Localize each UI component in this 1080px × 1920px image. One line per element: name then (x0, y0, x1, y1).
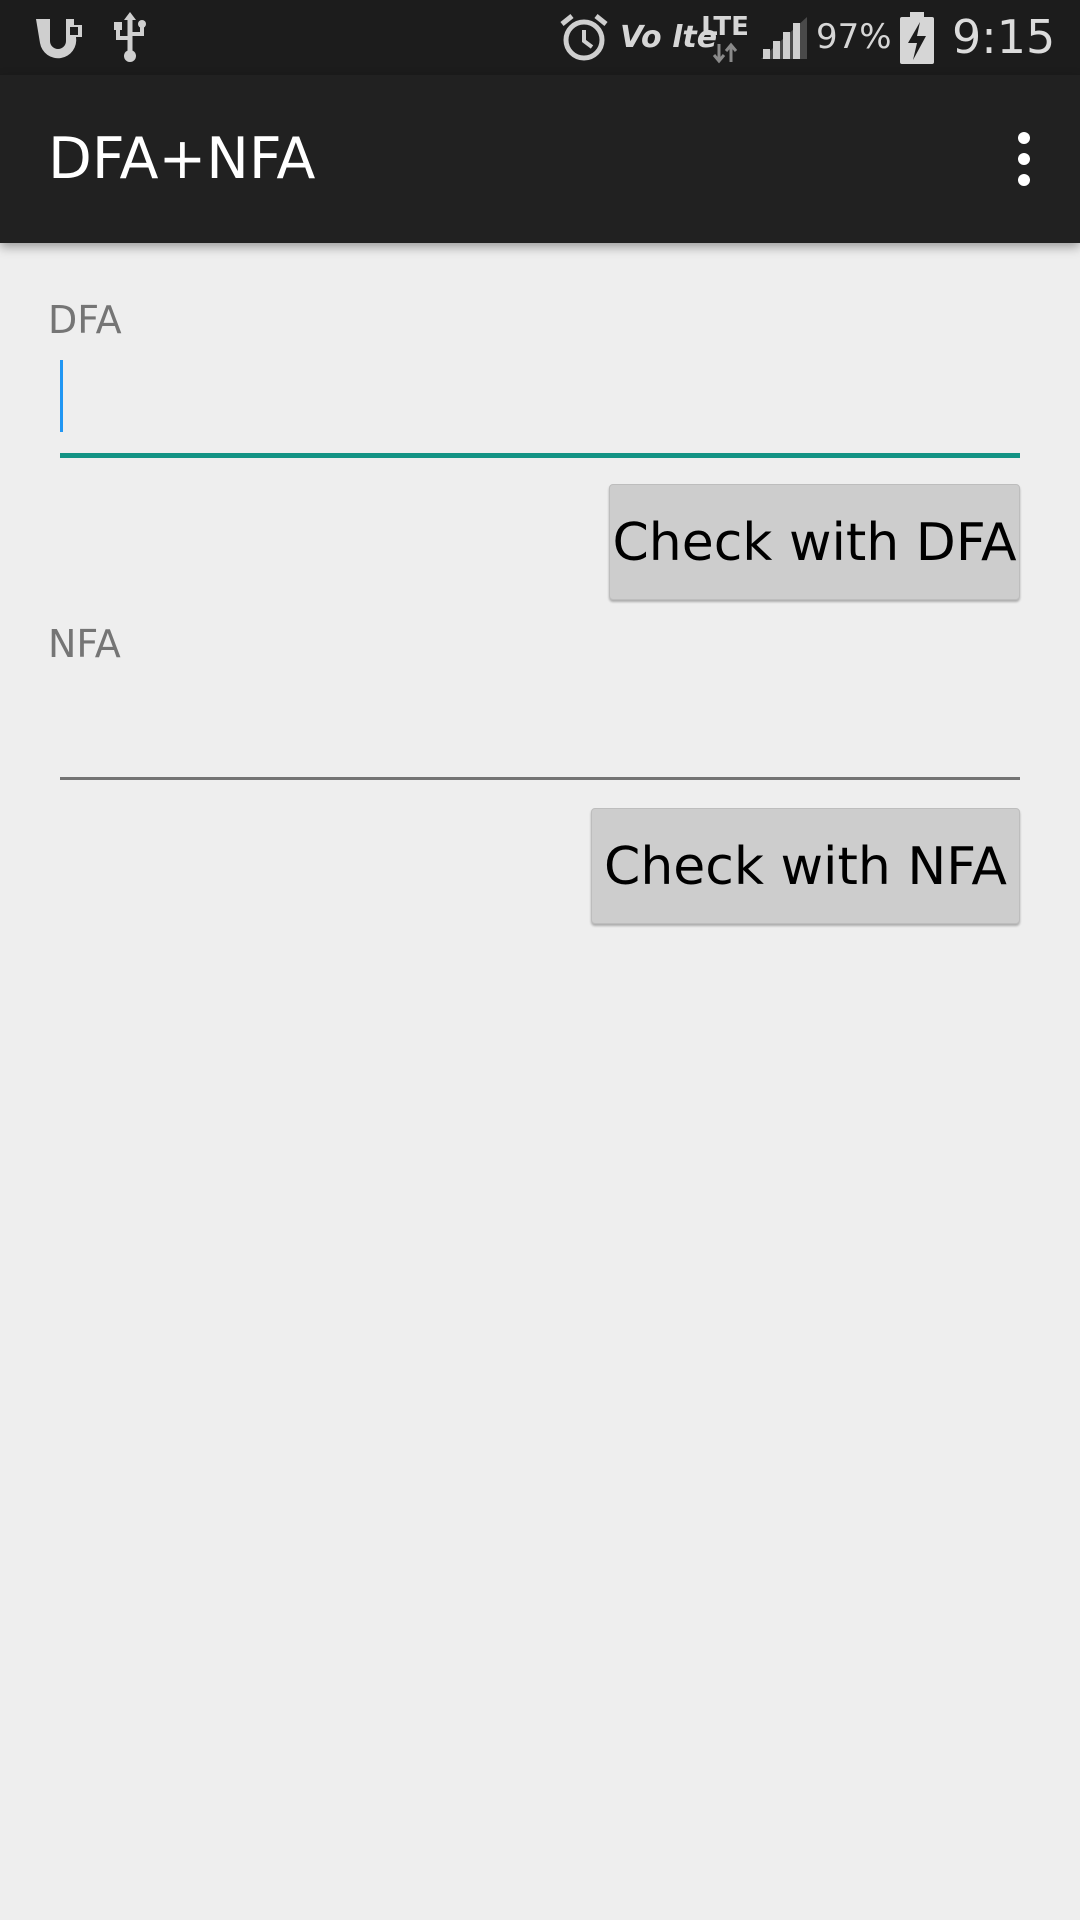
status-bar: Vo lte LTE 97% 9:15 (0, 0, 1080, 75)
lte-data-icon: LTE (698, 0, 752, 75)
dfa-label: DFA (48, 298, 122, 342)
app-bar: DFA+NFA (0, 75, 1080, 243)
nfa-label: NFA (48, 622, 121, 666)
app-screen: Vo lte LTE 97% 9:15 DFA+NFA DFA Check wi… (0, 0, 1080, 1920)
overflow-menu-icon[interactable] (992, 119, 1056, 199)
check-nfa-button[interactable]: Check with NFA (591, 808, 1020, 924)
usb-icon (108, 0, 152, 75)
signal-icon (758, 0, 810, 75)
alarm-icon (556, 0, 612, 75)
app-title: DFA+NFA (48, 126, 316, 192)
battery-percent: 97% (816, 17, 892, 57)
status-time: 9:15 (952, 10, 1056, 64)
battery-charging-icon (894, 0, 940, 75)
check-dfa-button[interactable]: Check with DFA (609, 484, 1020, 600)
dfa-input[interactable] (60, 368, 1020, 458)
lte-label: LTE (701, 11, 749, 42)
nfa-input[interactable] (60, 690, 1020, 780)
uc-browser-icon (28, 0, 90, 75)
